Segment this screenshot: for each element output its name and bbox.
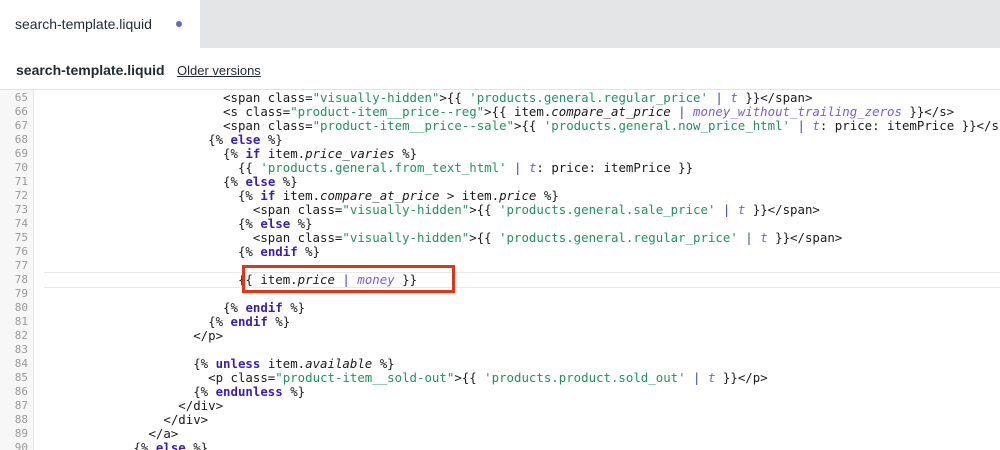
- code-line[interactable]: 89 </a>: [0, 427, 1000, 441]
- code-text: <p class="product-item__sold-out">{{ 'pr…: [208, 370, 768, 385]
- code-line[interactable]: 65 <span class="visually-hidden">{{ 'pro…: [0, 91, 1000, 105]
- highlight-box: [242, 265, 455, 293]
- code-text: {% endif %}: [237, 244, 321, 259]
- older-versions-link[interactable]: Older versions: [177, 63, 261, 78]
- code-line[interactable]: 80 {% endif %}: [0, 301, 1000, 315]
- line-number: 73: [14, 203, 28, 216]
- code-text: <span class="visually-hidden">{{ 'produc…: [223, 90, 813, 105]
- line-number: 81: [14, 315, 28, 328]
- code-text: <span class="product-item__price--sale">…: [223, 118, 1000, 133]
- code-text: {{ 'products.general.from_text_html' | t…: [237, 160, 694, 175]
- code-line[interactable]: 75 <span class="visually-hidden">{{ 'pro…: [0, 231, 1000, 245]
- line-number: 83: [14, 343, 28, 356]
- code-line[interactable]: 84 {% unless item.available %}: [0, 357, 1000, 371]
- code-line[interactable]: 69 {% if item.price_varies %}: [0, 147, 1000, 161]
- code-text: </a>: [148, 426, 179, 441]
- code-line[interactable]: 72 {% if item.compare_at_price > item.pr…: [0, 189, 1000, 203]
- line-number: 70: [14, 161, 28, 174]
- code-text: <span class="visually-hidden">{{ 'produc…: [252, 230, 843, 245]
- code-text: {% unless item.available %}: [193, 356, 395, 371]
- unsaved-dot-icon: [176, 21, 182, 27]
- line-number: 80: [14, 301, 28, 314]
- code-text: {% else %}: [223, 174, 298, 189]
- line-number: 72: [14, 189, 28, 202]
- code-text: {% else %}: [208, 132, 283, 147]
- code-line[interactable]: 68 {% else %}: [0, 133, 1000, 147]
- code-text: {% if item.price_varies %}: [223, 146, 418, 161]
- code-line[interactable]: 83: [0, 343, 1000, 357]
- line-number: 84: [14, 357, 28, 370]
- code-text: </p>: [193, 328, 224, 343]
- code-line[interactable]: 66 <s class="product-item__price--reg">{…: [0, 105, 1000, 119]
- line-number: 76: [14, 245, 28, 258]
- code-line[interactable]: 85 <p class="product-item__sold-out">{{ …: [0, 371, 1000, 385]
- line-number: 69: [14, 147, 28, 160]
- code-line[interactable]: 71 {% else %}: [0, 175, 1000, 189]
- tab-label: search-template.liquid: [15, 16, 152, 32]
- code-line[interactable]: 88 </div>: [0, 413, 1000, 427]
- file-title: search-template.liquid: [16, 62, 165, 78]
- code-line[interactable]: 70 {{ 'products.general.from_text_html' …: [0, 161, 1000, 175]
- code-line[interactable]: 74 {% else %}: [0, 217, 1000, 231]
- line-number: 67: [14, 119, 28, 132]
- code-line[interactable]: 67 <span class="product-item__price--sal…: [0, 119, 1000, 133]
- line-number: 66: [14, 105, 28, 118]
- line-number: 85: [14, 371, 28, 384]
- line-number: 79: [14, 287, 28, 300]
- code-line[interactable]: 78 {{ item.price | money }}: [0, 273, 1000, 287]
- line-number: 78: [14, 273, 28, 286]
- tab-bar: search-template.liquid: [0, 0, 1000, 48]
- line-number: 75: [14, 231, 28, 244]
- code-text: {% endif %}: [208, 314, 291, 329]
- code-text: {% else %}: [133, 440, 209, 450]
- code-text: {% endif %}: [223, 300, 306, 315]
- file-header: search-template.liquid Older versions: [0, 48, 1000, 90]
- line-number: 87: [14, 399, 28, 412]
- code-line[interactable]: 76 {% endif %}: [0, 245, 1000, 259]
- code-line[interactable]: 90 {% else %}: [0, 441, 1000, 450]
- code-line[interactable]: 82 </p>: [0, 329, 1000, 343]
- code-line[interactable]: 81 {% endif %}: [0, 315, 1000, 329]
- code-text: {% endunless %}: [193, 384, 306, 399]
- line-number: 90: [14, 441, 28, 450]
- line-number: 89: [14, 427, 28, 440]
- code-line[interactable]: 86 {% endunless %}: [0, 385, 1000, 399]
- code-line[interactable]: 79: [0, 287, 1000, 301]
- code-text: </div>: [178, 398, 224, 413]
- line-number: 71: [14, 175, 28, 188]
- line-number: 86: [14, 385, 28, 398]
- line-number: 65: [14, 91, 28, 104]
- code-text: <span class="visually-hidden">{{ 'produc…: [252, 202, 820, 217]
- code-line[interactable]: 87 </div>: [0, 399, 1000, 413]
- tab-search-template[interactable]: search-template.liquid: [0, 0, 200, 48]
- code-text: </div>: [163, 412, 209, 427]
- code-text: {% if item.compare_at_price > item.price…: [237, 188, 559, 203]
- line-number: 82: [14, 329, 28, 342]
- code-line[interactable]: 73 <span class="visually-hidden">{{ 'pro…: [0, 203, 1000, 217]
- code-text: {% else %}: [237, 216, 313, 231]
- line-number: 68: [14, 133, 28, 146]
- code-editor[interactable]: 65 <span class="visually-hidden">{{ 'pro…: [0, 90, 1000, 450]
- code-line[interactable]: 77: [0, 259, 1000, 273]
- line-number: 74: [14, 217, 28, 230]
- line-number: 77: [14, 259, 28, 272]
- line-number: 88: [14, 413, 28, 426]
- code-text: <s class="product-item__price--reg">{{ i…: [223, 104, 955, 119]
